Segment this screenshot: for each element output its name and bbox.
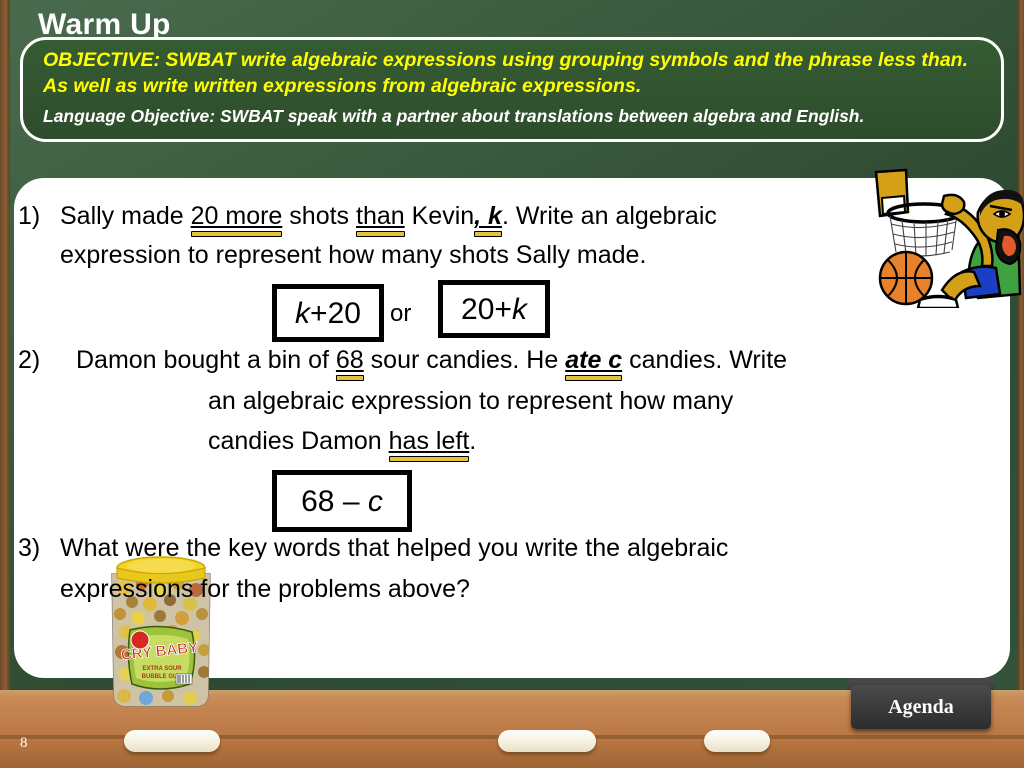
problem-3-number: 3): [18, 534, 41, 562]
agenda-button-label: Agenda: [888, 695, 954, 718]
problem-1-answer-2-text: 20+k: [461, 292, 527, 326]
problem-1-body: Sally made 20 more shots than Kevin, k. …: [60, 200, 894, 271]
p2-text-d: candies Damon: [208, 427, 389, 455]
p1-text-a: Sally made: [60, 202, 191, 230]
problem-3-line-2: expressions for the problems above?: [60, 574, 470, 603]
problem-2-line-1: Damon bought a bin of 68 sour candies. H…: [76, 344, 974, 377]
page-title: Warm Up: [38, 8, 171, 41]
p1-text-d: . Write an algebraic: [501, 202, 717, 230]
p1-variable-k: , k: [474, 202, 502, 230]
p2-text-e: .: [469, 427, 477, 455]
p2-keyword-ate-c: ate c: [565, 346, 623, 374]
problem-1-answer-box-1: k+20: [272, 284, 384, 342]
problem-2-answer-text: 68 – c: [301, 484, 383, 518]
objective-box: OBJECTIVE: SWBAT write algebraic express…: [20, 37, 1004, 142]
problem-2-body: Damon bought a bin of 68 sour candies. H…: [60, 344, 974, 458]
problem-2-number: 2): [18, 346, 41, 374]
problem-2: 2) Damon bought a bin of 68 sour candies…: [14, 344, 974, 458]
problem-1: 1) Sally made 20 more shots than Kevin, …: [14, 200, 894, 271]
problem-1-or-label: or: [390, 300, 412, 327]
problem-2-line-2: an algebraic expression to represent how…: [208, 386, 734, 415]
chalk-piece-3[interactable]: [704, 730, 770, 752]
problem-3-line-1: What were the key words that helped you …: [60, 534, 729, 562]
problem-1-line-2: expression to represent how many shots S…: [60, 240, 647, 269]
problem-3-body: What were the key words that helped you …: [60, 532, 974, 605]
objective-main-text: OBJECTIVE: SWBAT write algebraic express…: [43, 49, 969, 97]
problems-container: 1) Sally made 20 more shots than Kevin, …: [14, 178, 1010, 707]
board-frame-right: [1018, 0, 1024, 690]
problem-1-line-1: Sally made 20 more shots than Kevin, k. …: [60, 200, 894, 233]
p2-text-b: sour candies. He: [363, 346, 566, 374]
p2-text-c: candies. Write: [622, 346, 788, 374]
page-number: 8: [20, 735, 28, 751]
basketball-player-dunking-icon: [862, 168, 1024, 310]
p2-keyword-68: 68: [335, 346, 364, 374]
chalk-piece-2[interactable]: [498, 730, 596, 752]
p1-text-c: Kevin: [404, 202, 475, 230]
agenda-button[interactable]: Agenda: [851, 685, 991, 729]
p2-text-a: Damon bought a bin of: [76, 346, 336, 374]
chalk-piece-1[interactable]: [124, 730, 220, 752]
slide-root: Warm Up OBJECTIVE: SWBAT write algebraic…: [0, 0, 1024, 768]
board-frame-left: [0, 0, 10, 690]
p2-keyword-has-left: has left: [388, 427, 470, 455]
objective-language-text: Language Objective: SWBAT speak with a p…: [43, 106, 865, 127]
problem-3: 3) What were the key words that helped y…: [14, 532, 974, 605]
problem-1-answer-1-text: k+20: [295, 296, 361, 330]
problem-1-number: 1): [18, 202, 41, 230]
p1-keyword-20-more: 20 more: [190, 202, 283, 230]
svg-text:EXTRA SOUR: EXTRA SOUR: [142, 666, 182, 672]
problem-2-line-3: candies Damon has left.: [208, 425, 974, 458]
p1-text-b: shots: [282, 202, 356, 230]
p1-keyword-than: than: [356, 202, 405, 230]
problem-2-answer-box: 68 – c: [272, 470, 412, 532]
problem-1-answer-box-2: 20+k: [438, 280, 550, 338]
